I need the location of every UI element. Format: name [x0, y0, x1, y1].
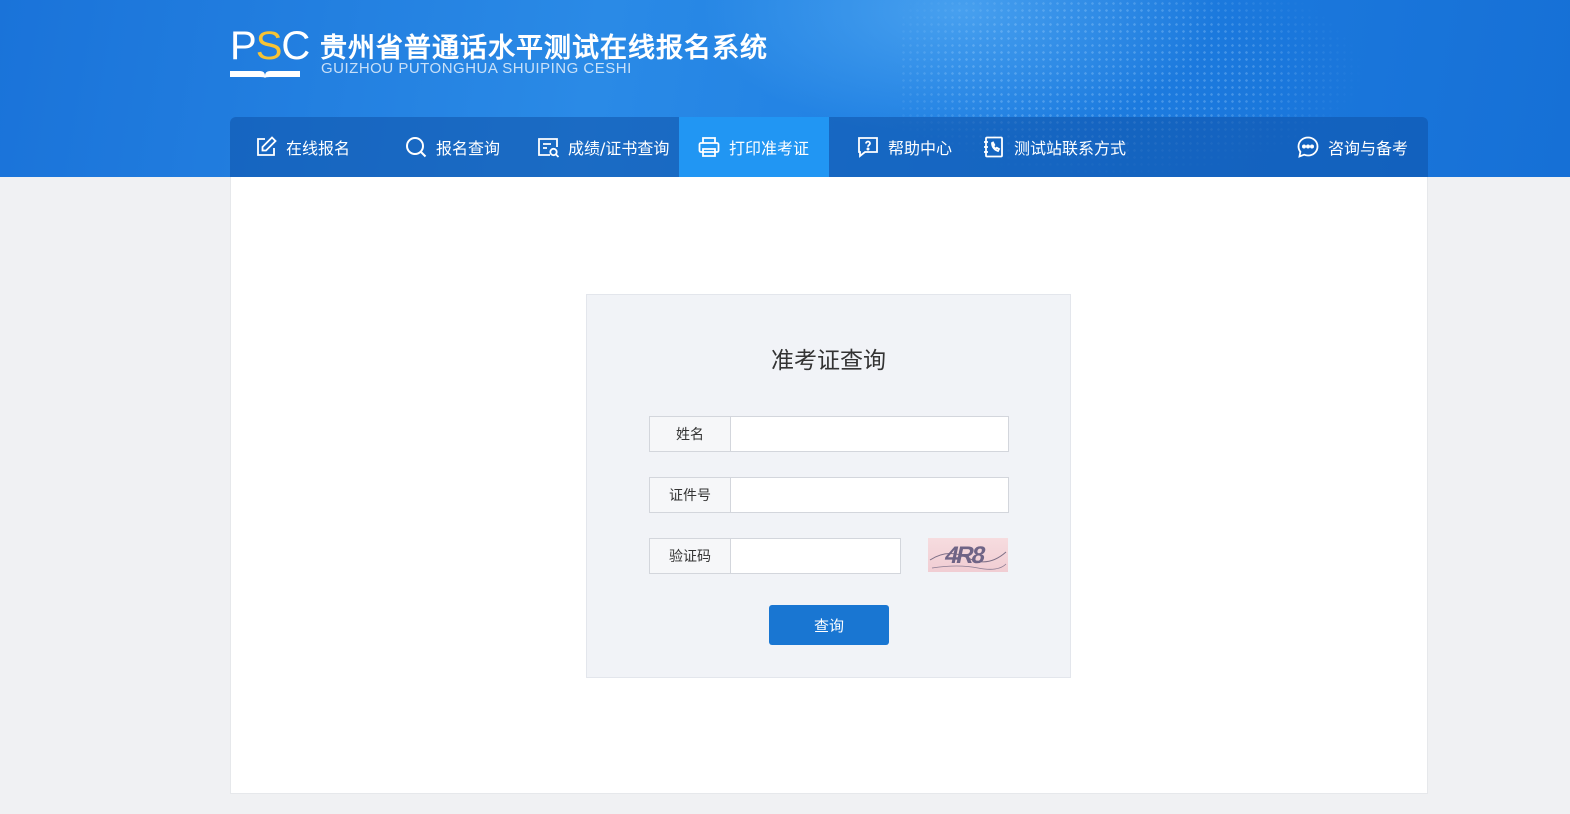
captcha-label: 验证码 [649, 538, 731, 574]
name-label: 姓名 [649, 416, 731, 452]
phone-book-icon [984, 136, 1003, 158]
captcha-input[interactable] [731, 538, 901, 574]
chat-icon [1297, 136, 1319, 158]
panel-title: 准考证查询 [771, 348, 886, 374]
admission-ticket-query-panel: 准考证查询 姓名 证件号 验证码 4R8 查询 [586, 294, 1071, 678]
nav-label: 在线报名 [286, 139, 351, 158]
id-number-input[interactable] [731, 477, 1009, 513]
name-input[interactable] [731, 416, 1009, 452]
nav-item-consultation-preparation[interactable]: 咨询与备考 [1296, 117, 1408, 177]
captcha-image[interactable]: 4R8 [928, 538, 1008, 572]
edit-icon [257, 136, 277, 156]
nav-label: 咨询与备考 [1328, 139, 1409, 158]
main-nav: 在线报名 报名查询 成绩/证书查询 打印准考证 帮助中心 测试站联系方式 咨询与… [230, 117, 1428, 177]
site-subtitle: GUIZHOU PUTONGHUA SHUIPING CESHI [321, 60, 632, 77]
search-icon [406, 137, 427, 158]
nav-label: 报名查询 [436, 139, 501, 158]
id-number-row: 证件号 [649, 477, 1009, 513]
nav-item-help-center[interactable]: 帮助中心 [856, 117, 952, 177]
nav-item-registration-query[interactable]: 报名查询 [404, 117, 500, 177]
captcha-text: 4R8 [942, 542, 987, 569]
logo-text: PSC [230, 24, 310, 68]
nav-label: 打印准考证 [729, 139, 810, 158]
nav-label: 帮助中心 [888, 139, 953, 158]
name-row: 姓名 [649, 416, 1009, 452]
nav-label: 测试站联系方式 [1014, 139, 1127, 158]
query-button[interactable]: 查询 [769, 605, 889, 645]
nav-item-online-registration[interactable]: 在线报名 [254, 117, 350, 177]
captcha-graphic: 4R8 [929, 542, 1007, 570]
nav-item-score-certificate-query[interactable]: 成绩/证书查询 [536, 117, 669, 177]
captcha-row: 验证码 [649, 538, 901, 574]
nav-item-test-station-contacts[interactable]: 测试站联系方式 [982, 117, 1126, 177]
nav-item-print-admission-ticket[interactable]: 打印准考证 [679, 117, 829, 177]
nav-label: 成绩/证书查询 [568, 139, 670, 158]
printer-icon [698, 137, 720, 157]
id-number-label: 证件号 [649, 477, 731, 513]
certificate-search-icon [538, 138, 560, 158]
header: PSC 贵州省普通话水平测试在线报名系统 GUIZHOU PUTONGHUA S… [0, 0, 1570, 177]
psc-logo: PSC [230, 26, 310, 78]
help-icon [858, 137, 878, 158]
book-icon [230, 71, 300, 78]
